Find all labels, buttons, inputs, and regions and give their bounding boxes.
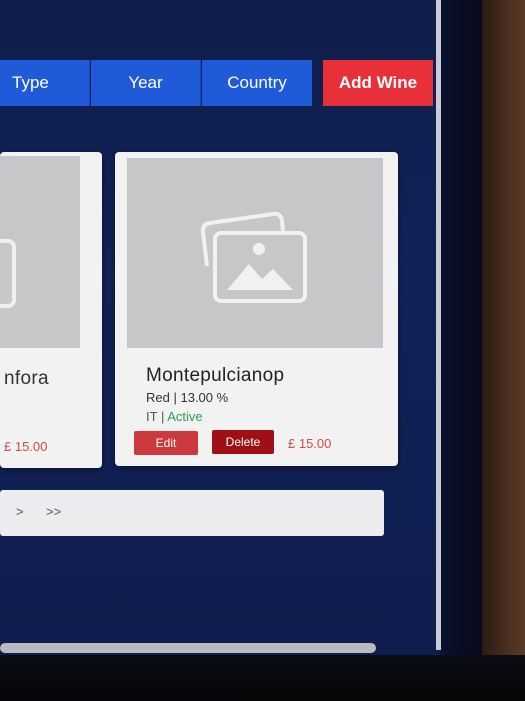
wine-image-placeholder <box>0 156 80 348</box>
pagination: > >> <box>0 490 384 536</box>
next-page-button[interactable]: > <box>16 504 24 519</box>
wine-country: IT <box>146 409 158 424</box>
wine-card: Montepulcianop Red | 13.00 % IT | Active… <box>115 152 398 466</box>
horizontal-scrollbar[interactable] <box>0 643 376 653</box>
monitor-bottom-bezel <box>0 655 525 701</box>
nav-type-filter[interactable]: Type <box>0 60 90 106</box>
wine-origin: IT | Active <box>146 409 203 424</box>
last-page-button[interactable]: >> <box>46 504 61 519</box>
wine-image-placeholder <box>127 158 383 348</box>
nav-country-filter[interactable]: Country <box>202 60 312 106</box>
edit-button[interactable]: Edit <box>134 431 198 455</box>
wine-price: £ 15.00 <box>288 436 332 451</box>
wine-name: nfora <box>4 368 49 389</box>
delete-button[interactable]: Delete <box>212 430 274 454</box>
app-screen: Type Year Country Add Wine Im nfora £ 15… <box>0 0 482 690</box>
vertical-scrollbar[interactable] <box>436 0 441 650</box>
wine-type: Red <box>146 390 170 405</box>
monitor-bezel <box>440 0 482 690</box>
status-badge: Active <box>167 409 203 424</box>
top-nav: Type Year Country Add Wine Im <box>0 60 482 106</box>
add-wine-button[interactable]: Add Wine <box>323 60 433 106</box>
wine-details: Red | 13.00 % <box>146 390 228 405</box>
wine-abv: 13.00 % <box>180 390 229 405</box>
background-wall <box>482 0 525 701</box>
wine-price: £ 15.00 <box>4 439 48 454</box>
photo-placeholder-icon <box>0 239 16 308</box>
wine-card: nfora £ 15.00 <box>0 152 102 468</box>
wine-name: Montepulcianop <box>146 365 285 386</box>
nav-year-filter[interactable]: Year <box>91 60 201 106</box>
photo-placeholder-icon <box>200 211 307 303</box>
